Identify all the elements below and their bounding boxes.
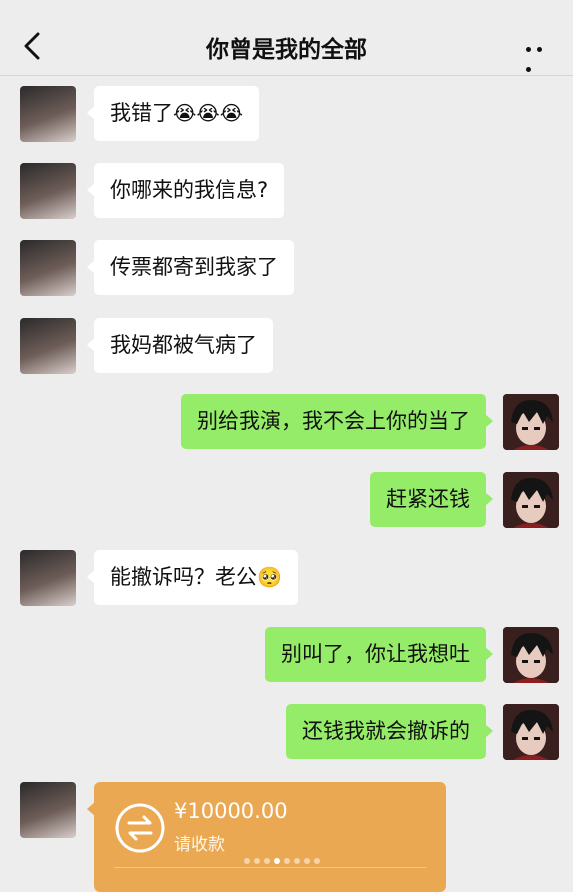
avatar-her[interactable]	[20, 240, 76, 296]
chat-title: 你曾是我的全部	[206, 37, 367, 63]
avatar-him-illustration	[503, 627, 559, 683]
divider	[114, 867, 426, 868]
transfer-subtitle: 请收款	[174, 835, 225, 855]
chat-header: 你曾是我的全部	[0, 0, 573, 76]
avatar-him[interactable]	[503, 627, 559, 683]
message-bubble[interactable]: 能撤诉吗？老公🥺	[87, 550, 298, 605]
avatar-him-illustration	[503, 394, 559, 450]
pleading-emoji: 🥺	[257, 565, 282, 589]
avatar-her[interactable]	[20, 318, 76, 374]
avatar-him-illustration	[503, 472, 559, 528]
message-bubble[interactable]: 别给我演，我不会上你的当了	[181, 394, 493, 449]
transfer-card[interactable]: ¥10000.00 请收款	[87, 782, 446, 892]
avatar-him[interactable]	[503, 704, 559, 760]
transfer-icon	[115, 803, 165, 853]
avatar-him[interactable]	[503, 394, 559, 450]
avatar-her[interactable]	[20, 782, 76, 838]
message-bubble[interactable]: 我错了😭😭😭	[86, 86, 260, 141]
message-bubble[interactable]: 别叫了，你让我想吐	[265, 627, 493, 682]
transfer-amount: ¥10000.00	[174, 799, 288, 823]
avatar-her[interactable]	[20, 550, 76, 606]
carousel-dots	[244, 849, 324, 868]
message-bubble[interactable]: 赶紧还钱	[370, 472, 493, 527]
avatar-him[interactable]	[503, 472, 559, 528]
avatar-him-illustration	[503, 704, 559, 760]
more-icon[interactable]	[523, 36, 553, 72]
message-bubble[interactable]: 你哪来的我信息?	[86, 163, 285, 218]
avatar-her[interactable]	[20, 86, 76, 142]
avatar-her[interactable]	[20, 163, 76, 219]
crying-emoji: 😭😭😭	[173, 101, 244, 125]
message-bubble[interactable]: 传票都寄到我家了	[87, 240, 294, 295]
message-bubble[interactable]: 我妈都被气病了	[87, 318, 273, 373]
message-bubble[interactable]: 还钱我就会撤诉的	[286, 704, 493, 759]
